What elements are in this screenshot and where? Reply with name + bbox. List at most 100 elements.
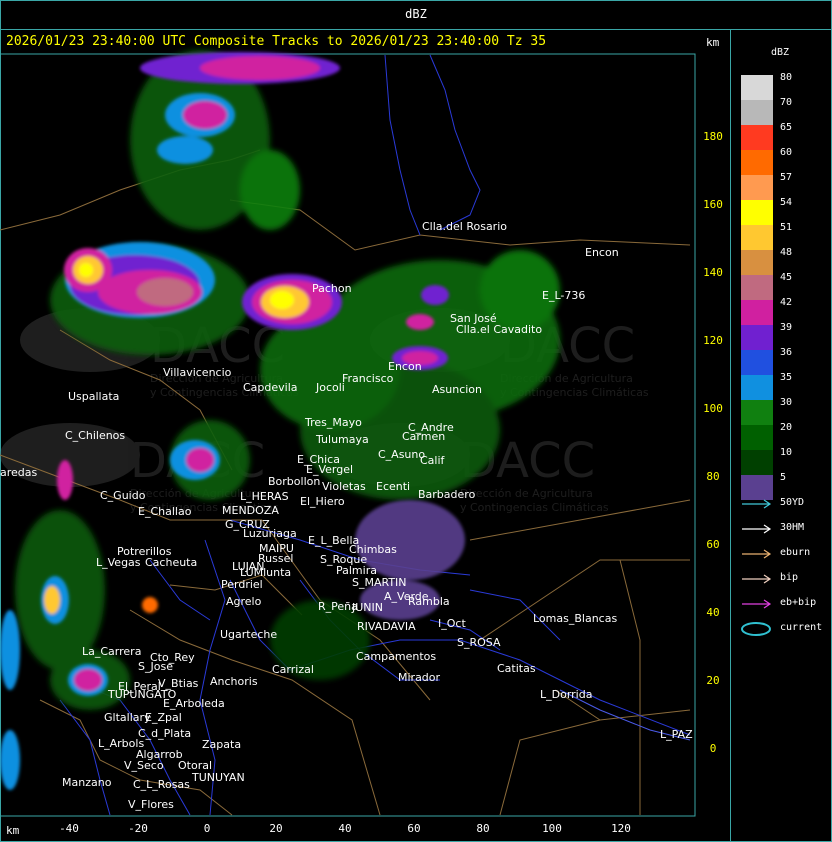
y-tick-label: 180 — [703, 130, 723, 143]
x-tick-label: 120 — [611, 822, 631, 835]
legend-label-5: 5 — [780, 472, 787, 483]
legend-swatch-20 — [741, 425, 773, 450]
place-label: E_Arboleda — [163, 697, 225, 710]
legend-swatch-70 — [741, 100, 773, 125]
place-label: L_Vegas — [96, 556, 141, 569]
place-label: Encon — [585, 246, 619, 259]
track-legend-30HM: 30HM — [740, 522, 830, 536]
units-label-bottom: km — [6, 824, 20, 837]
y-tick-label: 100 — [703, 402, 723, 415]
svg-text:y Contingencias Climáticas: y Contingencias Climáticas — [460, 501, 609, 514]
place-label: TUNUYAN — [191, 771, 245, 784]
legend-label-65: 65 — [780, 122, 793, 133]
track-legend-label: current — [780, 622, 823, 633]
x-axis-ticks: -40 -20 0 20 40 60 80 100 120 — [59, 822, 631, 835]
x-tick-label: 100 — [542, 822, 562, 835]
place-label: RIVADAVIA — [357, 620, 416, 633]
place-label: E_L-736 — [542, 289, 585, 302]
legend-label-70: 70 — [780, 97, 793, 108]
place-label: Ugarteche — [220, 628, 277, 641]
place-label: Francisco — [342, 372, 394, 385]
place-label: Perdriel — [221, 578, 263, 591]
y-tick-label: 20 — [706, 674, 719, 687]
place-label: Lomas_Blancas — [533, 612, 617, 625]
place-label: El_Hiero — [300, 495, 345, 508]
y-tick-label: 60 — [706, 538, 719, 551]
track-legend-eburn: eburn — [740, 547, 830, 561]
place-label: Catitas — [497, 662, 536, 675]
legend-swatch-10 — [741, 450, 773, 475]
place-label: L_PAZ — [660, 728, 693, 741]
place-label: Uspallata — [68, 390, 119, 403]
place-label: Carrizal — [272, 663, 314, 676]
place-label: Villavicencio — [163, 366, 232, 379]
legend-label-30: 30 — [780, 397, 793, 408]
radar-map[interactable]: DACCDirección de Agriculturay Contingenc… — [0, 0, 832, 842]
place-label: Calif — [420, 454, 446, 467]
place-label: Campamentos — [356, 650, 436, 663]
x-tick-label: -40 — [59, 822, 79, 835]
legend-swatch-54 — [741, 200, 773, 225]
place-label: Tulumaya — [315, 433, 369, 446]
place-label: C_L_Rosas — [133, 778, 190, 791]
legend-swatch-35 — [741, 375, 773, 400]
place-label: JUNIN — [351, 601, 383, 614]
place-label: C_Guido — [100, 489, 146, 502]
track-legend-label: 30HM — [780, 522, 805, 533]
place-label: Clla.del Rosario — [422, 220, 507, 233]
place-label: MENDOZA — [222, 504, 279, 517]
place-label: Anchoris — [210, 675, 258, 688]
composite-tracks-header: 2026/01/23 23:40:00 UTC Composite Tracks… — [6, 34, 547, 49]
place-label: Ecenti — [376, 480, 410, 493]
place-label: E_Challao — [138, 505, 192, 518]
track-legend-50YD: 50YD — [740, 497, 830, 511]
reflectivity-echoes — [0, 50, 560, 790]
legend-label-80: 80 — [780, 72, 793, 83]
dbz-color-scale — [741, 75, 773, 500]
place-label: Manzano — [62, 776, 112, 789]
place-label: E_Zpal — [145, 711, 182, 724]
x-tick-label: 60 — [407, 822, 420, 835]
legend-swatch-57 — [741, 175, 773, 200]
legend-swatch-36 — [741, 350, 773, 375]
place-label: V_Flores — [128, 798, 174, 811]
units-label-top: km — [706, 36, 720, 49]
legend-swatch-45 — [741, 275, 773, 300]
place-label: Asuncion — [432, 383, 482, 396]
place-label: I_Oct — [438, 617, 466, 630]
place-label: C_Asuno — [378, 448, 425, 461]
legend-label-57: 57 — [780, 172, 793, 183]
legend-label-10: 10 — [780, 447, 793, 458]
place-label: Clla.el Cavadito — [456, 323, 542, 336]
track-legend-eb+bip: eb+bip — [740, 597, 830, 611]
place-label: V_Seco — [124, 759, 164, 772]
legend-label-20: 20 — [780, 422, 793, 433]
place-label: Carmen — [402, 430, 445, 443]
place-label: Gltallary — [104, 711, 151, 724]
x-tick-label: 20 — [269, 822, 282, 835]
legend-label-36: 36 — [780, 347, 793, 358]
y-tick-label: 140 — [703, 266, 723, 279]
x-tick-label: 80 — [476, 822, 489, 835]
svg-text:Dirección de Agricultura: Dirección de Agricultura — [460, 487, 593, 500]
legend-label-45: 45 — [780, 272, 793, 283]
track-arrow-icon — [742, 599, 772, 609]
place-label: Zapata — [202, 738, 241, 751]
legend-label-51: 51 — [780, 222, 793, 233]
x-tick-label: 0 — [204, 822, 211, 835]
y-tick-label: 160 — [703, 198, 723, 211]
place-label: Tres_Mayo — [304, 416, 362, 429]
legend-swatch-80 — [741, 75, 773, 100]
y-tick-label: 0 — [710, 742, 717, 755]
place-label: C_Chilenos — [65, 429, 125, 442]
track-legend-current: current — [740, 622, 830, 636]
place-label: S_Jose — [138, 660, 173, 673]
y-tick-label: 120 — [703, 334, 723, 347]
track-legend-label: bip — [780, 572, 799, 583]
legend-title: dBZ — [771, 47, 790, 58]
y-axis-ticks: 180 160 140 120 100 80 60 40 20 0 — [703, 130, 723, 755]
legend-swatch-48 — [741, 250, 773, 275]
legend-label-39: 39 — [780, 322, 793, 333]
place-label: S_ROSA — [457, 636, 501, 649]
place-label: Luzuriaga — [243, 527, 297, 540]
